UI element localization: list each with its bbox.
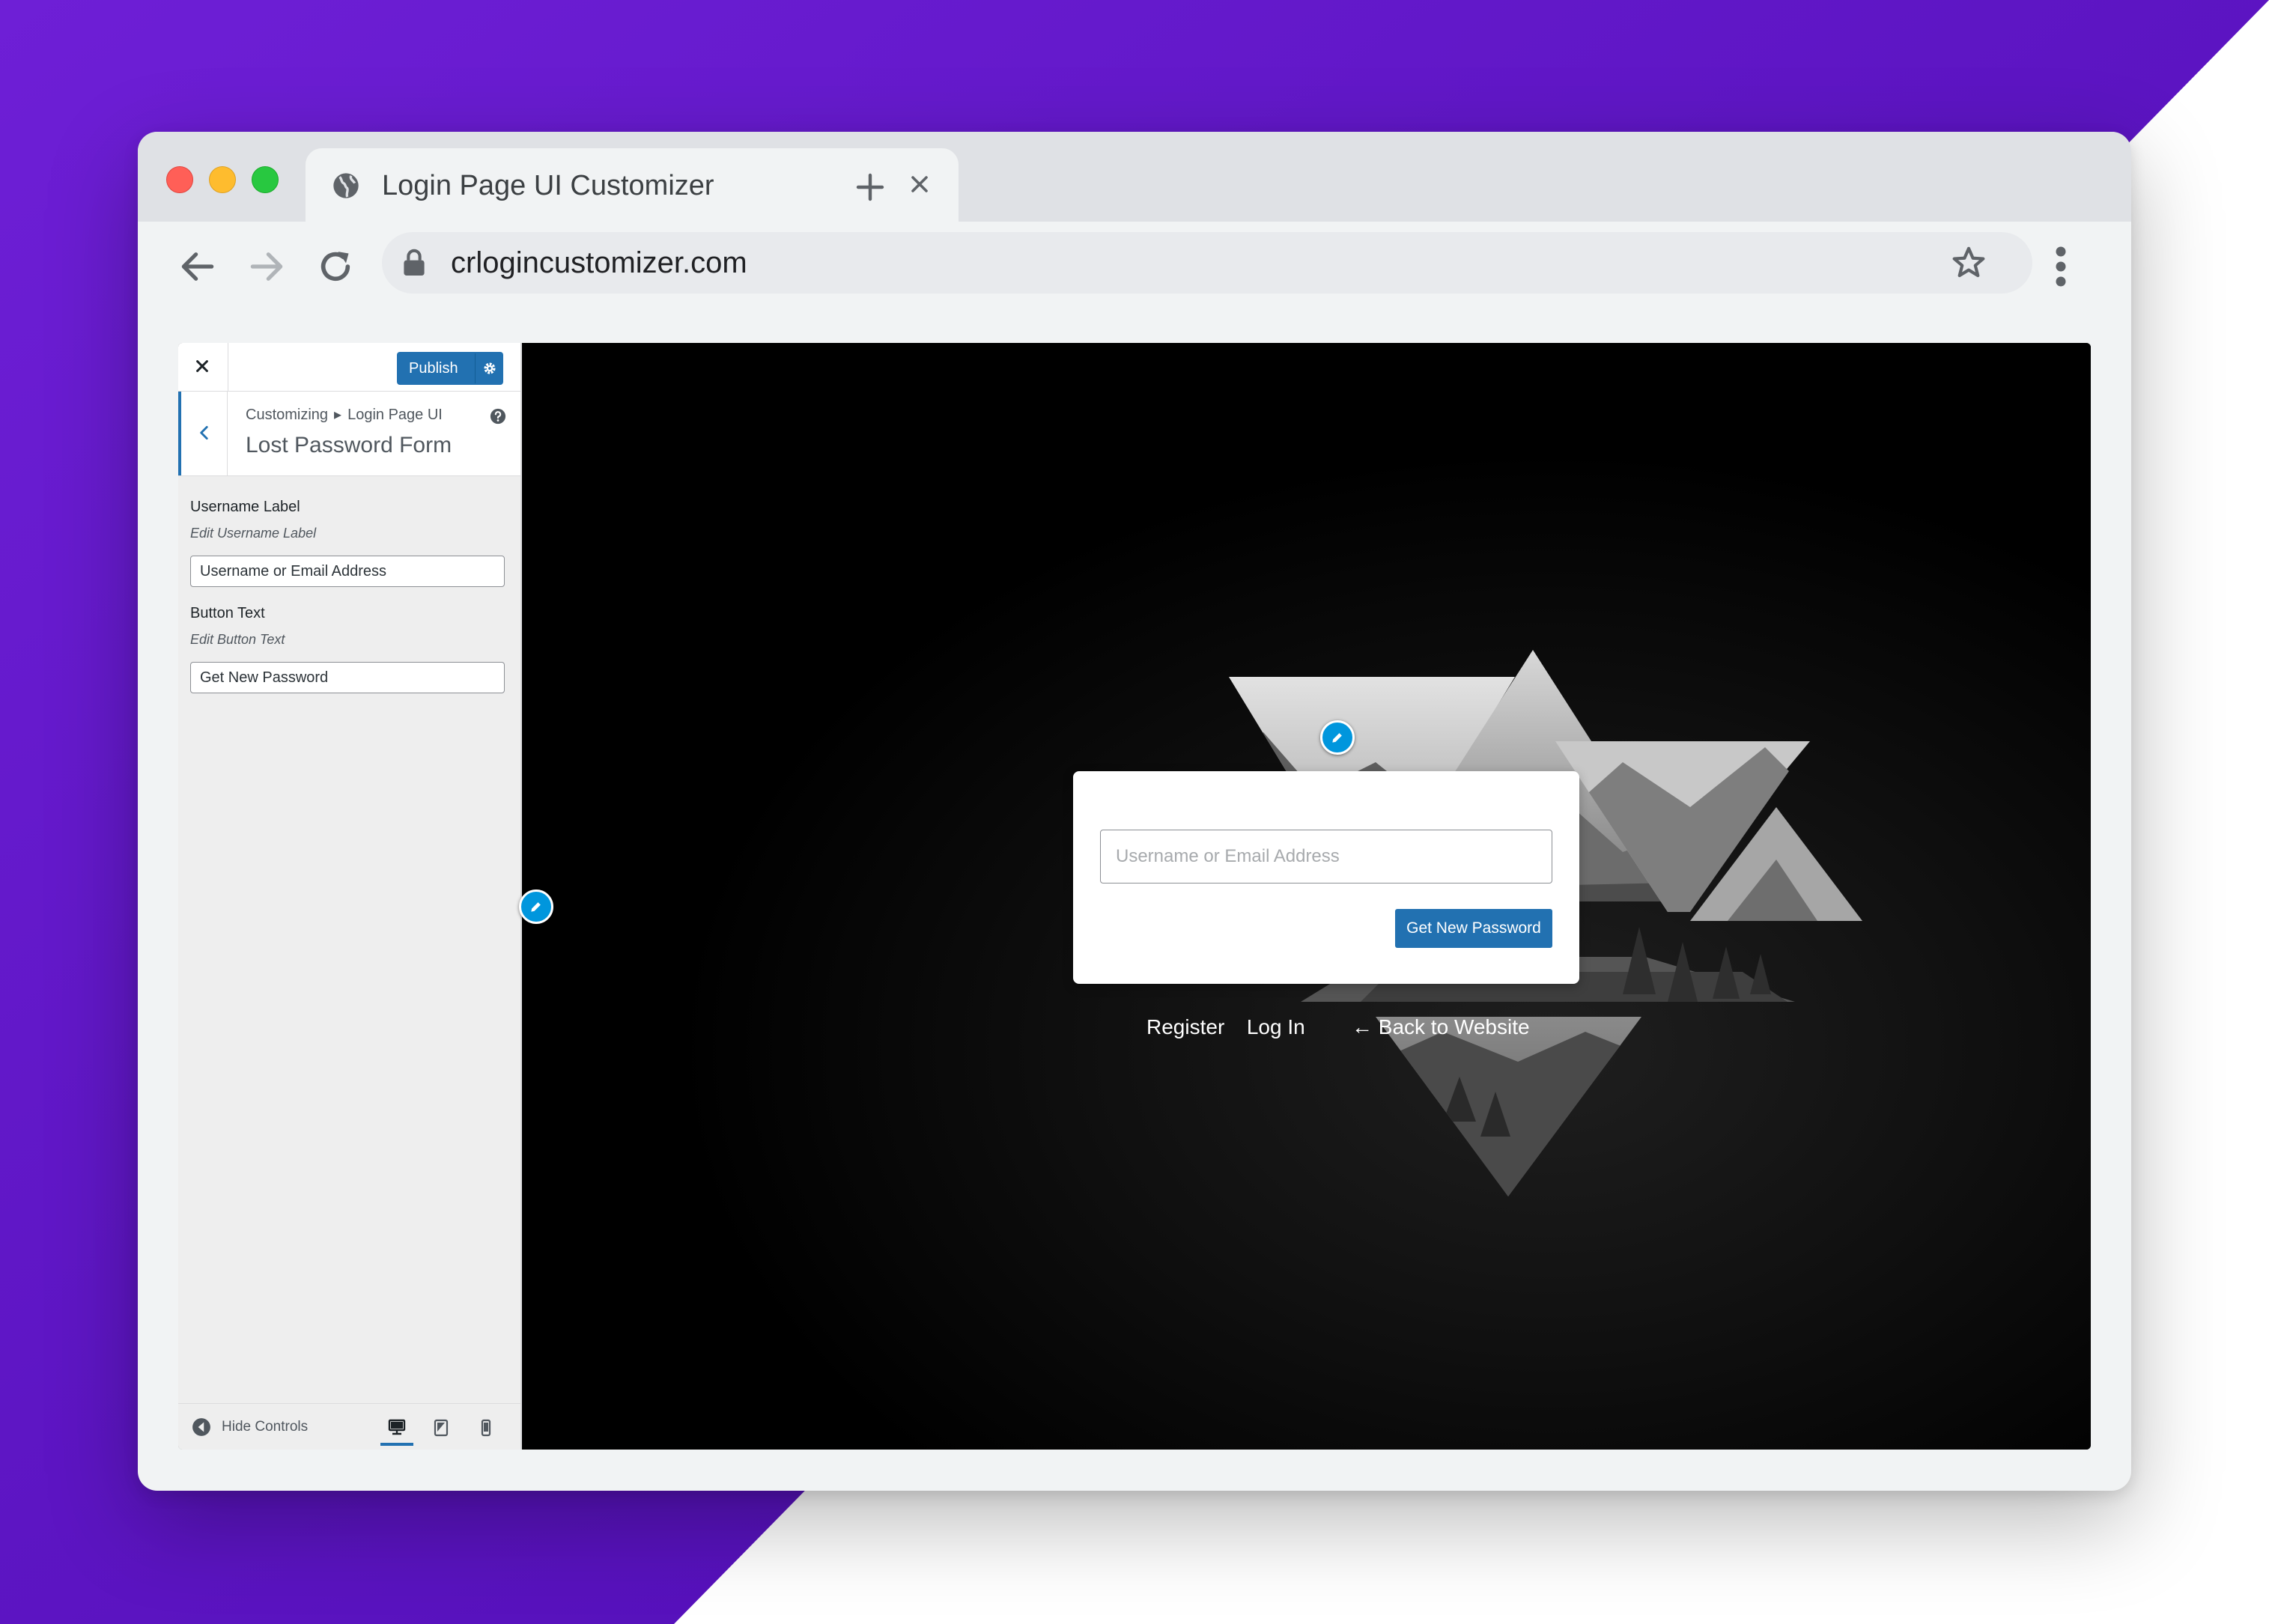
section-back-button[interactable] bbox=[178, 392, 228, 475]
pencil-icon bbox=[1332, 733, 1342, 743]
chevron-left-icon bbox=[200, 426, 208, 440]
desktop-icon bbox=[388, 1419, 406, 1435]
breadcrumb-item: Customizing bbox=[246, 407, 329, 423]
username-email-input[interactable]: Username or Email Address bbox=[1100, 830, 1552, 884]
customizer-panel: Publish Customizing ▸ Login Page UI Lost… bbox=[178, 343, 522, 1450]
tab-title: Login Page UI Customizer bbox=[382, 170, 714, 201]
button-text-heading: Button Text bbox=[190, 605, 265, 621]
register-link[interactable]: Register bbox=[1146, 1014, 1224, 1041]
close-tab-icon[interactable] bbox=[906, 171, 933, 198]
new-tab-icon[interactable] bbox=[852, 169, 888, 205]
log-in-link[interactable]: Log In bbox=[1247, 1014, 1305, 1041]
section-header: Customizing ▸ Login Page UI Lost Password … bbox=[178, 392, 520, 476]
preview-mobile-button[interactable] bbox=[472, 1413, 505, 1443]
hide-controls-icon[interactable] bbox=[192, 1417, 211, 1437]
close-customizer-button[interactable] bbox=[178, 343, 228, 391]
preview-desktop-button[interactable] bbox=[380, 1413, 413, 1446]
back-to-website-link[interactable]: ← Back to Website bbox=[1352, 1014, 1530, 1041]
edit-logo-button[interactable] bbox=[1320, 720, 1355, 755]
section-title: Lost Password Form bbox=[246, 433, 452, 457]
page-content: Publish Customizing ▸ Login Page UI Lost… bbox=[178, 343, 2091, 1450]
minimize-window-button[interactable] bbox=[209, 166, 236, 193]
breadcrumb: Customizing ▸ Login Page UI bbox=[246, 405, 443, 425]
login-links: Register Log In bbox=[1146, 1014, 1305, 1041]
get-new-password-button[interactable]: Get New Password bbox=[1395, 909, 1552, 948]
breadcrumb-separator: ▸ bbox=[334, 407, 342, 423]
reload-icon[interactable] bbox=[315, 246, 356, 288]
button-text-description: Edit Button Text bbox=[190, 632, 285, 647]
bookmark-star-icon[interactable] bbox=[1950, 244, 1987, 282]
close-icon bbox=[196, 360, 208, 372]
lost-password-form: Username or Email Address Get New Passwo… bbox=[1073, 771, 1579, 984]
customizer-footer: Hide Controls bbox=[178, 1403, 520, 1450]
mobile-icon bbox=[481, 1419, 491, 1437]
browser-toolbar: crlogincustomizer.com bbox=[138, 222, 2131, 317]
gear-icon bbox=[484, 362, 496, 374]
breadcrumb-item: Login Page UI bbox=[347, 407, 443, 423]
close-window-button[interactable] bbox=[166, 166, 193, 193]
more-menu-icon[interactable] bbox=[2052, 244, 2070, 289]
button-text-input[interactable]: Get New Password bbox=[190, 662, 505, 693]
title-bar: Login Page UI Customizer bbox=[138, 132, 2131, 222]
edit-background-button[interactable] bbox=[519, 889, 553, 924]
back-arrow-icon[interactable] bbox=[177, 246, 219, 288]
publish-button[interactable]: Publish bbox=[397, 352, 503, 385]
login-preview: Username or Email Address Get New Passwo… bbox=[519, 343, 2091, 1450]
publish-label: Publish bbox=[409, 360, 458, 377]
publish-settings-button[interactable] bbox=[475, 353, 504, 383]
forward-arrow-icon[interactable] bbox=[246, 246, 288, 288]
address-bar[interactable]: crlogincustomizer.com bbox=[382, 232, 2032, 294]
tablet-icon bbox=[434, 1419, 449, 1437]
hide-controls-label[interactable]: Hide Controls bbox=[222, 1417, 308, 1437]
help-icon[interactable] bbox=[490, 408, 506, 425]
customizer-header: Publish bbox=[178, 343, 520, 392]
preview-tablet-button[interactable] bbox=[425, 1413, 458, 1443]
pencil-icon bbox=[531, 902, 541, 912]
username-label-input[interactable]: Username or Email Address bbox=[190, 556, 505, 587]
username-label-description: Edit Username Label bbox=[190, 526, 317, 541]
globe-icon bbox=[333, 173, 359, 198]
lock-icon bbox=[404, 249, 425, 276]
url-text: crlogincustomizer.com bbox=[451, 246, 747, 279]
username-label-heading: Username Label bbox=[190, 499, 300, 515]
maximize-window-button[interactable] bbox=[252, 166, 279, 193]
browser-window: Login Page UI Customizer crlogincustomiz… bbox=[138, 132, 2131, 1491]
